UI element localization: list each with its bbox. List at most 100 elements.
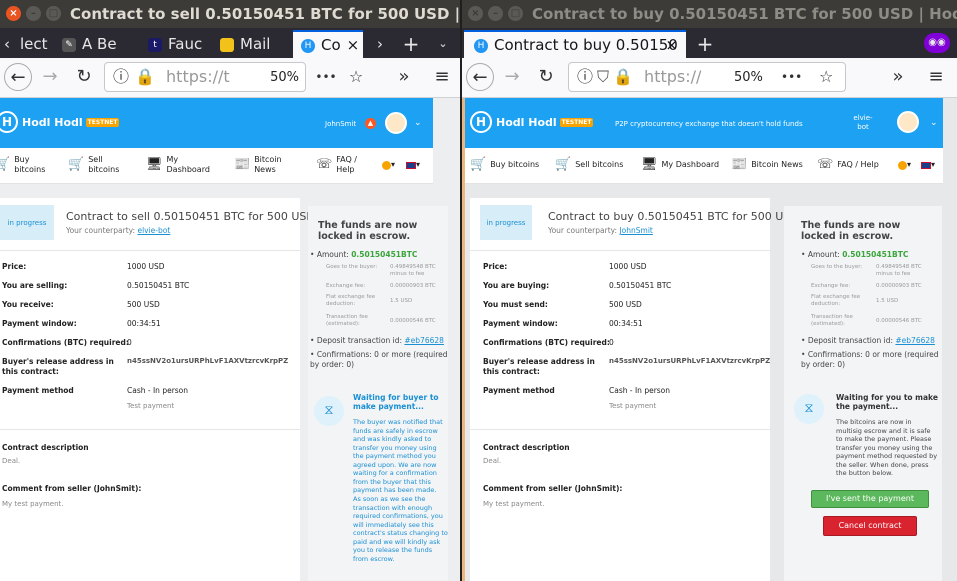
menu-hamburger-icon[interactable]: ≡ bbox=[922, 63, 950, 91]
window-close-button[interactable]: × bbox=[468, 6, 483, 21]
fee-label: Exchange fee: bbox=[811, 283, 851, 289]
tab[interactable]: ✎ A Be bbox=[62, 30, 144, 58]
hourglass-icon: ⧖ bbox=[794, 394, 824, 424]
menu-buy-bitcoins[interactable]: 🛒 Buy bitcoins bbox=[0, 155, 48, 175]
main-menu: 🛒 Buy bitcoins 🛒 Sell bitcoins 🖥 My Dashboa… bbox=[465, 148, 943, 184]
tab-list-icon[interactable]: ⌄ bbox=[434, 30, 452, 58]
overflow-icon[interactable]: » bbox=[390, 63, 418, 91]
price-value: 1000 USD bbox=[609, 262, 647, 271]
language-selector[interactable]: ▾ bbox=[921, 160, 935, 170]
menu-my-dashboard[interactable]: 🖥 My Dashboard bbox=[641, 158, 719, 171]
amount-line: • Amount: 0.50150451BTC bbox=[801, 250, 909, 259]
tab[interactable]: t Fauc bbox=[148, 30, 214, 58]
tab-scroll-right-icon[interactable]: › bbox=[370, 30, 390, 58]
favicon-icon: ✎ bbox=[62, 37, 76, 52]
window-maximize-button[interactable]: □ bbox=[46, 6, 61, 21]
fee-label: Transaction fee (estimated): bbox=[811, 314, 853, 327]
deposit-link[interactable]: #eb76628 bbox=[404, 336, 444, 345]
menu-my-dashboard[interactable]: 🖥 My Dashboard bbox=[146, 155, 211, 175]
title-bar: × – □ Contract to sell 0.50150451 BTC fo… bbox=[0, 0, 460, 28]
zoom-level[interactable]: 50% bbox=[734, 68, 763, 88]
description-value: Deal. bbox=[2, 457, 21, 465]
fee-label: Exchange fee: bbox=[326, 283, 366, 289]
menu-bitcoin-news[interactable]: 📰 Bitcoin News bbox=[234, 155, 284, 175]
username[interactable]: elvie-bot bbox=[852, 114, 874, 132]
back-icon[interactable]: ← bbox=[4, 63, 32, 91]
cancel-contract-button[interactable]: Cancel contract bbox=[823, 516, 917, 536]
chevron-down-icon[interactable]: ⌄ bbox=[930, 118, 938, 128]
site-logo[interactable]: H Hodl Hodl TESTNET bbox=[470, 111, 594, 133]
window-minimize-button[interactable]: – bbox=[26, 6, 41, 21]
url-bar[interactable]: ⓘ 🔒 https://t 50% bbox=[104, 62, 306, 92]
forward-icon[interactable]: → bbox=[36, 63, 64, 91]
window-minimize-button[interactable]: – bbox=[488, 6, 503, 21]
confirmations-line: • Confirmations: 0 or more (required by … bbox=[801, 350, 939, 369]
amount-line: • Amount: 0.50150451BTC bbox=[310, 250, 418, 259]
deposit-line: • Deposit transaction id: #eb76628 bbox=[310, 336, 444, 345]
fee-value: 1.5 USD bbox=[876, 298, 899, 304]
tab-close-icon[interactable]: × bbox=[347, 36, 360, 54]
bookmark-star-icon[interactable]: ☆ bbox=[819, 63, 833, 91]
sent-payment-button[interactable]: I've sent the payment bbox=[811, 490, 929, 508]
fee-value: 0.00000903 BTC bbox=[876, 283, 922, 289]
tab[interactable]: ‹ lect bbox=[0, 30, 60, 58]
buying-label: You are buying: bbox=[483, 281, 550, 290]
language-selector[interactable]: ▾ bbox=[406, 160, 420, 170]
back-icon[interactable]: ← bbox=[466, 63, 494, 91]
tab-close-icon[interactable]: × bbox=[665, 32, 678, 58]
tracking-shield-icon[interactable]: ⛉ bbox=[597, 67, 609, 86]
rocket-icon[interactable]: ▲ bbox=[365, 118, 376, 129]
menu-buy-bitcoins[interactable]: 🛒 Buy bitcoins bbox=[470, 158, 539, 171]
currency-selector[interactable]: ▾ bbox=[898, 160, 911, 170]
window-maximize-button[interactable]: □ bbox=[508, 6, 523, 21]
fee-label: Flat exchange fee deduction: bbox=[326, 294, 376, 307]
reload-icon[interactable]: ↻ bbox=[532, 63, 560, 91]
bookmark-star-icon[interactable]: ☆ bbox=[342, 63, 370, 91]
divider bbox=[0, 250, 300, 251]
info-icon[interactable]: ⓘ bbox=[577, 67, 593, 86]
site-logo[interactable]: H Hodl Hodl TESTNET bbox=[0, 111, 120, 133]
avatar[interactable] bbox=[385, 112, 407, 134]
main-menu: 🛒 Buy bitcoins 🛒 Sell bitcoins 🖥 My Dashboa… bbox=[0, 148, 433, 184]
tab[interactable]: Mail bbox=[220, 30, 288, 58]
tab-active[interactable]: H Contract to buy 0.50150 × bbox=[464, 30, 686, 58]
menu-bitcoin-news[interactable]: 📰 Bitcoin News bbox=[731, 158, 803, 171]
window-close-button[interactable]: × bbox=[6, 6, 21, 21]
payment-window-value: 00:34:51 bbox=[609, 319, 643, 328]
forward-icon[interactable]: → bbox=[498, 63, 526, 91]
chevron-down-icon[interactable]: ⌄ bbox=[414, 118, 422, 128]
menu-hamburger-icon[interactable]: ≡ bbox=[428, 63, 456, 91]
menu-faq-help[interactable]: ☏ FAQ / Help bbox=[817, 158, 879, 171]
fee-label: Goes to the buyer: bbox=[326, 264, 378, 270]
payment-window-label: Payment window: bbox=[483, 319, 558, 328]
fee-value: 0.49849548 BTC minus to fee bbox=[876, 264, 922, 277]
deposit-link[interactable]: #eb76628 bbox=[895, 336, 935, 345]
new-tab-icon[interactable]: + bbox=[400, 30, 422, 58]
new-tab-icon[interactable]: + bbox=[694, 30, 716, 58]
avatar[interactable] bbox=[897, 111, 919, 133]
info-icon[interactable]: ⓘ bbox=[113, 67, 129, 86]
menu-sell-bitcoins[interactable]: 🛒 Sell bitcoins bbox=[555, 158, 623, 171]
page-actions-icon[interactable]: ••• bbox=[781, 63, 802, 91]
overflow-icon[interactable]: » bbox=[884, 63, 912, 91]
tab-scroll-left-icon[interactable]: ‹ bbox=[4, 35, 10, 53]
divider bbox=[470, 429, 770, 430]
nav-toolbar: ← → ↻ ⓘ 🔒 https://t 50% ••• ☆ » ≡ bbox=[0, 58, 460, 98]
url-bar[interactable]: ⓘ ⛉ 🔒 https:// 50% ••• ☆ bbox=[568, 62, 846, 92]
menu-sell-bitcoins[interactable]: 🛒 Sell bitcoins bbox=[68, 155, 122, 175]
confirmations-line: • Confirmations: 0 or more (required by … bbox=[310, 350, 448, 369]
counterparty-link[interactable]: elvie-bot bbox=[137, 226, 170, 235]
reload-icon[interactable]: ↻ bbox=[70, 63, 98, 91]
menu-faq-help[interactable]: ☏ FAQ / Help bbox=[316, 155, 364, 175]
username[interactable]: JohnSmit bbox=[325, 120, 356, 128]
currency-selector[interactable]: ▾ bbox=[382, 160, 395, 170]
buying-value: 0.50150451 BTC bbox=[609, 281, 672, 290]
page-actions-icon[interactable]: ••• bbox=[312, 63, 340, 91]
zoom-level[interactable]: 50% bbox=[270, 68, 299, 88]
tab-active[interactable]: H Co × bbox=[293, 30, 363, 58]
support-24-icon: ☏ bbox=[316, 157, 333, 172]
hodlhodl-favicon-icon: H bbox=[474, 38, 488, 53]
description-value: Deal. bbox=[483, 457, 502, 465]
counterparty-link[interactable]: JohnSmit bbox=[619, 226, 652, 235]
lock-icon: 🔒 bbox=[613, 67, 633, 86]
